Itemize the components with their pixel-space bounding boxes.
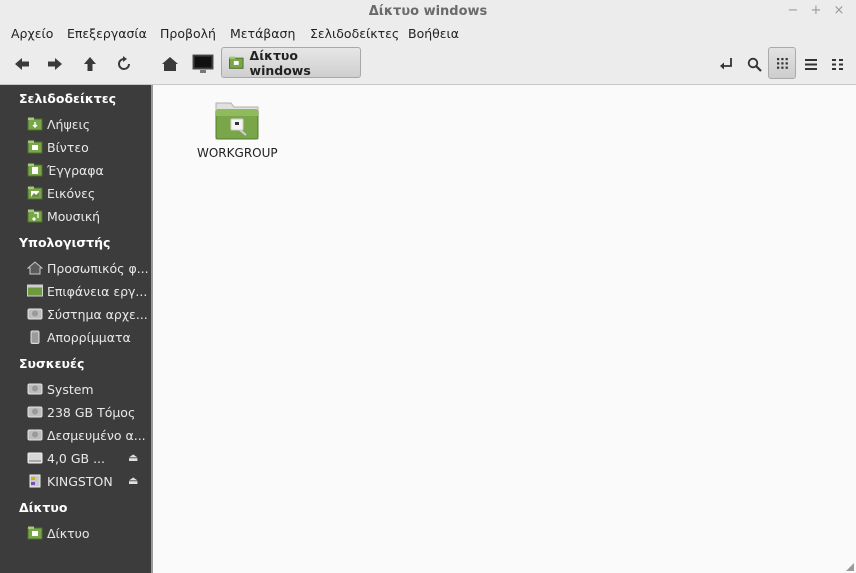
sidebar-item-reserved[interactable]: Δεσμευμένο α...	[27, 426, 149, 444]
forward-button[interactable]	[43, 52, 67, 76]
sidebar-item-label: Δεσμευμένο α...	[47, 427, 146, 443]
drive-icon	[27, 308, 43, 320]
location-label: Δίκτυο windows	[249, 47, 311, 78]
eject-icon[interactable]: ⏏	[128, 451, 138, 464]
sidebar-item-label: Προσωπικός φ...	[47, 260, 149, 276]
drive-icon	[27, 383, 43, 395]
network-header: Δίκτυο	[19, 500, 68, 515]
resize-grip-icon[interactable]	[846, 563, 854, 571]
sidebar-item-trash[interactable]: Απορρίμματα	[27, 328, 149, 346]
search-icon	[747, 57, 762, 72]
menu-edit[interactable]: Επεξεργασία	[67, 26, 147, 41]
grid-view-icon	[777, 58, 788, 69]
sidebar-item-documents[interactable]: Έγγραφα	[27, 161, 149, 179]
home-icon	[162, 57, 178, 71]
sidebar-item-label: Επιφάνεια εργ...	[47, 283, 148, 299]
back-button[interactable]	[10, 52, 34, 76]
sidebar-item-desktop[interactable]: Επιφάνεια εργ...	[27, 282, 149, 300]
sidebar-item-label: KINGSTON	[47, 473, 113, 489]
window-title: Δίκτυο windows	[368, 4, 488, 19]
sidebar-item-label: Έγγραφα	[47, 162, 104, 178]
sidebar-item-label: Βίντεο	[47, 139, 89, 155]
reload-button[interactable]	[112, 52, 136, 76]
search-button[interactable]	[742, 52, 766, 76]
close-button[interactable]: ×	[831, 3, 847, 18]
arrow-right-icon	[48, 58, 62, 70]
sidebar: Σελιδοδείκτες Λήψεις Βίντεο Έγγραφα Εικό…	[0, 85, 151, 573]
file-view: WORKGROUP	[153, 85, 856, 573]
menu-go[interactable]: Μετάβαση	[230, 26, 295, 41]
bookmarks-header: Σελιδοδείκτες	[19, 91, 117, 106]
menu-help[interactable]: Βοήθεια	[408, 26, 459, 41]
eject-icon[interactable]: ⏏	[128, 474, 138, 487]
compact-view-button[interactable]	[826, 52, 850, 76]
list-view-icon	[805, 58, 817, 70]
sidebar-item-label: Απορρίμματα	[47, 329, 131, 345]
sidebar-item-system[interactable]: System	[27, 380, 149, 398]
list-view-button[interactable]	[799, 52, 823, 76]
icon-view-button[interactable]	[768, 47, 796, 79]
home-button[interactable]	[158, 52, 182, 76]
minimize-button[interactable]: −	[785, 3, 801, 18]
desktop-icon	[27, 284, 43, 297]
arrow-up-icon	[84, 57, 96, 71]
menu-bookmarks[interactable]: Σελιδοδείκτες	[310, 26, 399, 41]
menu-view[interactable]: Προβολή	[160, 26, 216, 41]
downloads-folder-icon	[27, 117, 43, 131]
location-breadcrumb[interactable]: Δίκτυο windows	[221, 47, 361, 78]
monitor-icon	[192, 54, 214, 73]
network-folder-icon	[27, 526, 43, 540]
music-folder-icon	[27, 209, 43, 223]
drive-icon	[27, 406, 43, 418]
folder-item-workgroup[interactable]: WORKGROUP	[197, 99, 278, 160]
devices-header: Συσκευές	[19, 356, 85, 371]
sidebar-item-home[interactable]: Προσωπικός φ...	[27, 259, 149, 277]
title-bar[interactable]: Δίκτυο windows − + ×	[0, 0, 856, 24]
computer-button[interactable]	[191, 52, 215, 76]
sidebar-item-label: Δίκτυο	[47, 525, 90, 541]
sidebar-item-videos[interactable]: Βίντεο	[27, 138, 149, 156]
sidebar-item-label: 238 GB Τόμος	[47, 404, 136, 420]
maximize-button[interactable]: +	[808, 3, 824, 18]
sidebar-item-filesystem[interactable]: Σύστημα αρχε...	[27, 305, 149, 323]
toolbar: Δίκτυο windows	[0, 44, 856, 85]
usb-drive-icon	[29, 474, 41, 488]
sidebar-item-label: Σύστημα αρχε...	[47, 306, 148, 322]
sidebar-item-label: System	[47, 381, 94, 397]
sidebar-item-label: Εικόνες	[47, 185, 96, 201]
toggle-location-button[interactable]	[714, 52, 738, 76]
compact-view-icon	[832, 58, 843, 70]
documents-folder-icon	[27, 163, 43, 177]
sidebar-item-label: Μουσική	[47, 208, 101, 224]
home-icon	[27, 261, 43, 275]
trash-icon	[30, 330, 40, 344]
file-manager-window: Δίκτυο windows − + × Αρχείο Επεξεργασία …	[0, 0, 856, 573]
computer-header: Υπολογιστής	[19, 235, 111, 250]
network-folder-icon	[229, 56, 244, 69]
menu-bar: Αρχείο Επεξεργασία Προβολή Μετάβαση Σελι…	[0, 24, 856, 44]
sidebar-item-music[interactable]: Μουσική	[27, 207, 149, 225]
return-arrow-icon	[720, 58, 732, 70]
reload-icon	[118, 56, 130, 70]
sidebar-item-volume-238gb[interactable]: 238 GB Τόμος	[27, 403, 149, 421]
menu-file[interactable]: Αρχείο	[11, 26, 53, 41]
sidebar-item-label: Λήψεις	[47, 116, 91, 132]
videos-folder-icon	[27, 140, 43, 154]
sidebar-item-downloads[interactable]: Λήψεις	[27, 115, 149, 133]
sidebar-item-label: 4,0 GB ...	[47, 450, 106, 466]
up-button[interactable]	[78, 52, 102, 76]
removable-drive-icon	[27, 452, 43, 464]
network-folder-icon	[215, 102, 259, 140]
drive-icon	[27, 429, 43, 441]
sidebar-item-pictures[interactable]: Εικόνες	[27, 184, 149, 202]
pictures-folder-icon	[27, 186, 43, 200]
arrow-left-icon	[15, 58, 29, 70]
sidebar-item-network[interactable]: Δίκτυο	[27, 524, 149, 542]
folder-label: WORKGROUP	[197, 146, 278, 160]
